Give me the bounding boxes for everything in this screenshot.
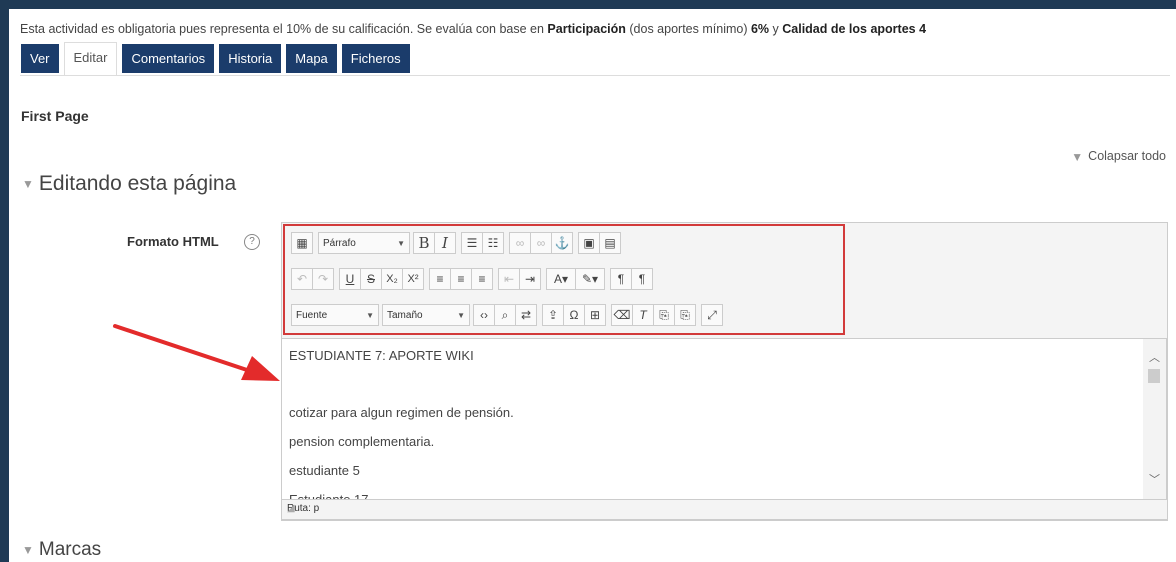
table-icon[interactable]: ⊞ [584,304,606,326]
undo-icon[interactable]: ↶ [291,268,313,290]
superscript-icon[interactable]: X² [402,268,424,290]
notice-participation: Participación [547,22,626,36]
chevron-down-icon: ▼ [457,310,465,320]
scroll-down-icon[interactable]: ﹀ [1149,471,1160,487]
ltr-icon[interactable]: ¶ [610,268,632,290]
tab-comentarios[interactable]: Comentarios [122,44,215,73]
align-right-icon[interactable]: ≡ [471,268,493,290]
align-left-icon[interactable]: ≡ [429,268,451,290]
marcas-title: Marcas [38,539,102,560]
chevron-down-icon: ▼ [397,238,405,248]
format-label: Formato HTML [127,234,219,249]
indent-icon[interactable]: ⇥ [519,268,541,290]
font-select[interactable]: Fuente ▼ [291,304,379,326]
paste-word-icon[interactable]: ⎘ [674,304,696,326]
tab-historia[interactable]: Historia [219,44,282,73]
paragraph-select[interactable]: Párrafo ▼ [318,232,410,254]
media-icon[interactable]: ▤ [599,232,621,254]
wiki-tabs: Ver Editar Comentarios Historia Mapa Fic… [21,42,410,75]
left-frame-bar [0,0,9,562]
editor-toolbar: ▦ Párrafo ▼ B I ☰ ☷ ∞ ∞ ⚓ ▣ ▤ ↶ ↷ U S X₂ [283,224,845,335]
text-color-icon[interactable]: A▾ [546,268,576,290]
notice-quality: Calidad de los aportes 4 [782,22,927,36]
omega-icon[interactable]: Ω [563,304,585,326]
page-title: First Page [21,108,89,124]
link-icon[interactable]: ∞ [509,232,531,254]
resize-grip-icon[interactable]: ◢ [287,503,1164,517]
background-color-icon[interactable]: ✎▾ [575,268,605,290]
editor-content-area[interactable]: ESTUDIANTE 7: APORTE WIKI cotizar para a… [281,338,1145,500]
notice-text-3: y [769,22,783,36]
chevron-down-icon: ▼ [366,310,374,320]
size-select[interactable]: Tamaño ▼ [382,304,470,326]
toolbar-row-2: ↶ ↷ U S X₂ X² ≡ ≡ ≡ ⇤ ⇥ A▾ ✎▾ ¶ ¶ [291,268,655,290]
bullet-list-icon[interactable]: ☰ [461,232,483,254]
rtl-icon[interactable]: ¶ [631,268,653,290]
align-center-icon[interactable]: ≡ [450,268,472,290]
scroll-up-icon[interactable]: ︿ [1149,349,1160,365]
italic-icon[interactable]: I [434,232,456,254]
collapse-label: Colapsar todo [1088,149,1166,163]
tab-mapa[interactable]: Mapa [286,44,337,73]
upload-icon[interactable]: ⇪ [542,304,564,326]
section-header-editing[interactable]: ▼ Editando esta página [22,172,236,196]
activity-notice: Esta actividad es obligatoria pues repre… [20,22,926,36]
content-line: cotizar para algun regimen de pensión. [289,405,514,420]
tab-ver[interactable]: Ver [21,44,59,73]
caret-down-icon: ▼ [1071,149,1084,164]
find-icon[interactable]: ⌕ [494,304,516,326]
numbered-list-icon[interactable]: ☷ [482,232,504,254]
redo-icon[interactable]: ↷ [312,268,334,290]
toolbar-row-3: Fuente ▼ Tamaño ▼ ‹› ⌕ ⇄ ⇪ Ω ⊞ ⌫ T ⎘ ⎘ ⤢ [291,304,725,326]
content-line: ESTUDIANTE 7: APORTE WIKI [289,348,474,363]
top-frame-bar [0,0,1176,9]
section-title: Editando esta página [38,172,237,195]
section-header-marcas[interactable]: ▼ Marcas [22,539,101,561]
subscript-icon[interactable]: X₂ [381,268,403,290]
tab-ficheros[interactable]: Ficheros [341,44,410,73]
underline-icon[interactable]: U [339,268,361,290]
paste-text-icon[interactable]: ⎘ [653,304,675,326]
bold-icon[interactable]: B [413,232,435,254]
strikethrough-icon[interactable]: S [360,268,382,290]
anchor-icon[interactable]: ⚓ [551,232,573,254]
font-select-value: Fuente [296,309,328,321]
notice-text-2: (dos aportes mínimo) [625,22,751,36]
paragraph-select-value: Párrafo [323,237,356,249]
editor-statusbar: Ruta: p ◢ [281,499,1168,520]
clear-format-icon[interactable]: T [632,304,654,326]
fullscreen-icon[interactable]: ⤢ [701,304,723,326]
image-icon[interactable]: ▣ [578,232,600,254]
eraser-icon[interactable]: ⌫ [611,304,633,326]
caret-down-icon: ▼ [22,542,34,557]
toolbar-toggle-icon[interactable]: ▦ [291,232,313,254]
collapse-all-link[interactable]: ▼ Colapsar todo [1071,149,1166,164]
tab-editar[interactable]: Editar [63,42,118,75]
toolbar-row-1: ▦ Párrafo ▼ B I ☰ ☷ ∞ ∞ ⚓ ▣ ▤ [291,232,623,254]
size-select-value: Tamaño [387,309,423,321]
outdent-icon[interactable]: ⇤ [498,268,520,290]
replace-icon[interactable]: ⇄ [515,304,537,326]
code-icon[interactable]: ‹› [473,304,495,326]
unlink-icon[interactable]: ∞ [530,232,552,254]
caret-down-icon: ▼ [22,177,34,192]
notice-text: Esta actividad es obligatoria pues repre… [20,22,548,36]
red-arrow-annotation [113,324,280,381]
content-line: pension complementaria. [289,434,435,449]
help-icon[interactable]: ? [244,234,260,250]
editor-scrollbar[interactable]: ︿ ﹀ [1143,338,1167,500]
tab-divider [20,75,1170,76]
scroll-thumb[interactable] [1148,369,1160,383]
content-line: estudiante 5 [289,463,360,478]
notice-percent: 6% [750,22,770,36]
